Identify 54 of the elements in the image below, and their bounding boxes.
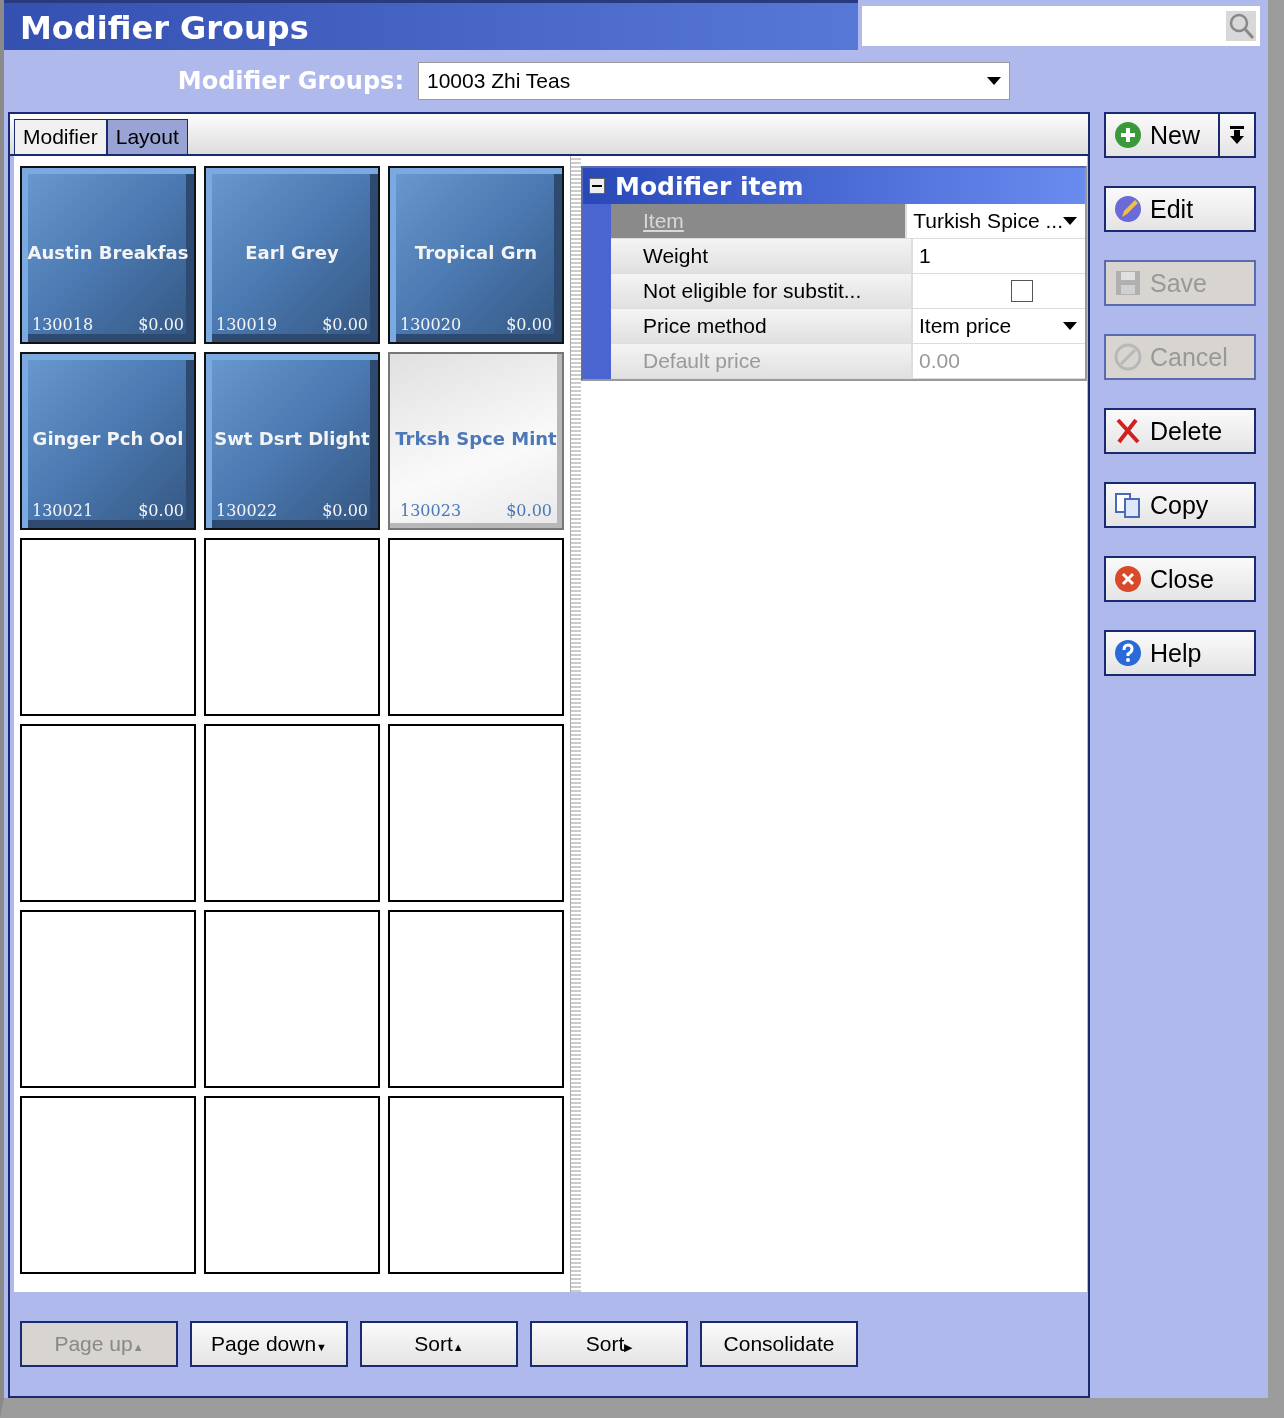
action-button[interactable]: New	[1104, 112, 1220, 158]
empty-tile[interactable]	[20, 538, 196, 716]
empty-tile[interactable]	[388, 910, 564, 1088]
pencil-icon	[1114, 195, 1142, 223]
help-icon	[1114, 639, 1142, 667]
section-title: Modifier item	[615, 171, 804, 201]
dropdown-arrow-icon[interactable]	[1063, 217, 1077, 225]
property-label[interactable]: Weight	[611, 239, 913, 273]
search-field[interactable]	[862, 6, 1260, 46]
action-button[interactable]: Edit	[1104, 186, 1256, 232]
empty-tile[interactable]	[204, 724, 380, 902]
empty-tile[interactable]	[388, 538, 564, 716]
cancel-icon	[1114, 343, 1142, 371]
group-dropdown[interactable]: 10003 Zhi Teas	[418, 62, 1010, 100]
empty-tile[interactable]	[20, 1096, 196, 1274]
item-tile[interactable]: Tropical Grn 130020 $0.00	[388, 166, 564, 344]
toolbar-button[interactable]: Consolidate	[700, 1321, 858, 1367]
action-button[interactable]: Delete	[1104, 408, 1256, 454]
toolbar-button[interactable]: Sort▲	[360, 1321, 518, 1367]
empty-tile[interactable]	[20, 910, 196, 1088]
dropdown-arrow-icon[interactable]	[987, 77, 1001, 85]
menu-arrow-button[interactable]	[1220, 112, 1256, 158]
item-tile[interactable]: Swt Dsrt Dlight 130022 $0.00	[204, 352, 380, 530]
plus-icon	[1114, 121, 1142, 149]
property-label[interactable]: Not eligible for substit...	[611, 274, 913, 308]
action-button[interactable]: Close	[1104, 556, 1256, 602]
empty-tile[interactable]	[204, 910, 380, 1088]
x-mark-icon	[1114, 417, 1142, 445]
toolbar-button[interactable]: Sort▶	[530, 1321, 688, 1367]
dropdown-arrow-icon[interactable]	[1063, 322, 1077, 330]
property-dropdown[interactable]: Item price	[913, 309, 1085, 343]
checkbox[interactable]	[1011, 280, 1033, 302]
item-tile[interactable]: Austin Breakfas 130018 $0.00	[20, 166, 196, 344]
action-button[interactable]: Copy	[1104, 482, 1256, 528]
empty-tile[interactable]	[388, 724, 564, 902]
close-icon	[1114, 565, 1142, 593]
property-dropdown[interactable]: Turkish Spice ...	[907, 204, 1085, 238]
window-title: Modifier Groups	[4, 0, 858, 50]
property-label[interactable]: Price method	[611, 309, 913, 343]
item-tile[interactable]: Earl Grey 130019 $0.00	[204, 166, 380, 344]
item-tile[interactable]: Ginger Pch Ool 130021 $0.00	[20, 352, 196, 530]
item-tile[interactable]: Trksh Spce Mint 130023 $0.00	[388, 352, 564, 530]
action-button[interactable]: Help	[1104, 630, 1256, 676]
empty-tile[interactable]	[20, 724, 196, 902]
group-label: Modifier Groups:	[176, 67, 404, 95]
toolbar-button[interactable]: Page down▼	[190, 1321, 348, 1367]
empty-tile[interactable]	[204, 538, 380, 716]
down-arrow-icon	[1230, 126, 1244, 144]
tab[interactable]: Layout	[106, 119, 188, 154]
property-field[interactable]: 1	[913, 239, 1085, 273]
tab[interactable]: Modifier	[14, 119, 107, 154]
empty-tile[interactable]	[204, 1096, 380, 1274]
copy-icon	[1114, 491, 1142, 519]
empty-tile[interactable]	[388, 1096, 564, 1274]
